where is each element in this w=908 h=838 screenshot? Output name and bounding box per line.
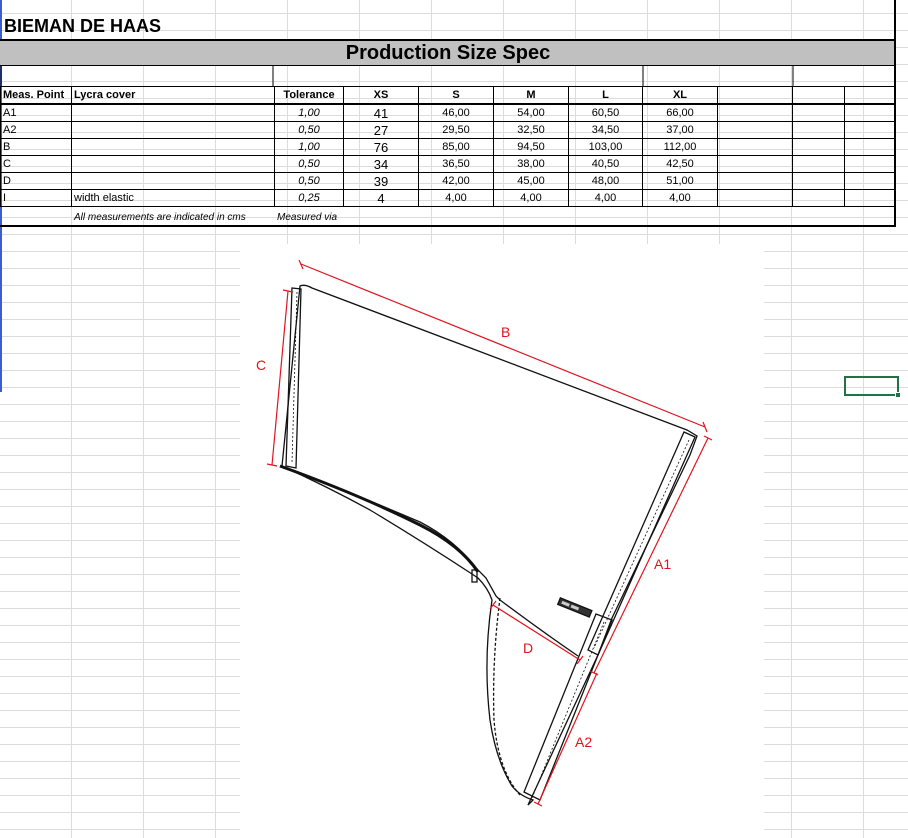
dim-line-b bbox=[300, 263, 706, 428]
elastic-band-lower bbox=[523, 613, 613, 801]
label-b: B bbox=[501, 324, 510, 340]
selected-cell[interactable] bbox=[844, 376, 899, 396]
garment-upper-body bbox=[279, 465, 579, 657]
hem-thick bbox=[279, 464, 480, 573]
label-a1: A1 bbox=[654, 556, 671, 572]
left-edge-band bbox=[285, 287, 302, 469]
inner-seam bbox=[492, 597, 521, 796]
dim-line-a1 bbox=[593, 437, 709, 674]
dim-line-d bbox=[492, 604, 581, 661]
lycra-cover-diagram: B C A1 D A2 bbox=[256, 259, 713, 807]
label-c: C bbox=[256, 357, 266, 373]
label-d: D bbox=[523, 640, 533, 656]
dim-tick bbox=[703, 435, 713, 441]
dim-line-c bbox=[271, 290, 289, 466]
label-a2: A2 bbox=[575, 734, 592, 750]
stitch-line bbox=[593, 439, 690, 649]
fill-handle[interactable] bbox=[895, 392, 901, 398]
brand-label bbox=[556, 597, 593, 618]
